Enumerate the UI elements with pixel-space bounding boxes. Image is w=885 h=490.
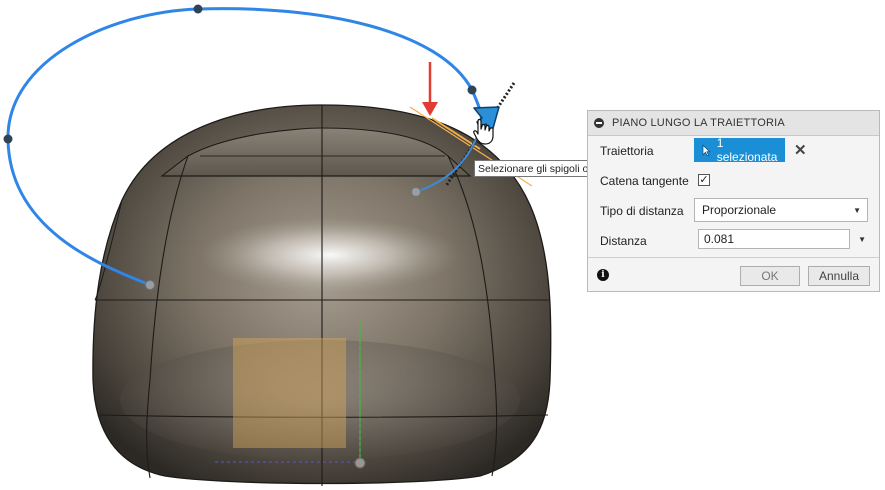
distance-input[interactable]: 0.081 bbox=[698, 229, 850, 249]
dialog-title: PIANO LUNGO LA TRAIETTORIA bbox=[612, 117, 785, 129]
cursor-arrow-icon bbox=[702, 143, 711, 156]
distance-type-label: Tipo di distanza bbox=[600, 204, 684, 218]
curve-point[interactable] bbox=[193, 4, 203, 14]
path-selection-count: 1 selezionata bbox=[716, 136, 778, 164]
curve-point[interactable] bbox=[411, 187, 421, 197]
distance-label: Distanza bbox=[600, 234, 647, 248]
dialog-header[interactable]: PIANO LUNGO LA TRAIETTORIA bbox=[588, 111, 879, 136]
tangent-chain-checkbox[interactable]: ✓ bbox=[698, 174, 710, 186]
plane-along-path-dialog: PIANO LUNGO LA TRAIETTORIA Traiettoria 1… bbox=[587, 110, 880, 292]
sketch-profile-rect[interactable] bbox=[233, 338, 346, 448]
path-selection-button[interactable]: 1 selezionata bbox=[694, 136, 785, 164]
distance-type-select[interactable]: Proporzionale ▼ bbox=[694, 198, 868, 222]
distance-type-value: Proporzionale bbox=[702, 203, 777, 217]
dialog-footer: i OK Annulla bbox=[588, 257, 879, 292]
cancel-button[interactable]: Annulla bbox=[808, 266, 870, 286]
close-icon[interactable]: ✕ bbox=[794, 141, 807, 159]
minus-circle-icon[interactable] bbox=[594, 118, 604, 128]
curve-point[interactable] bbox=[145, 280, 155, 290]
info-icon[interactable]: i bbox=[597, 269, 609, 281]
distance-field[interactable]: 0.081 ▼ bbox=[698, 229, 868, 251]
distance-value: 0.081 bbox=[704, 232, 735, 246]
curve-point[interactable] bbox=[3, 134, 13, 144]
ok-button[interactable]: OK bbox=[740, 266, 800, 286]
chevron-down-icon: ▼ bbox=[853, 205, 861, 215]
tangent-chain-label: Catena tangente bbox=[600, 174, 689, 188]
chevron-down-icon[interactable]: ▼ bbox=[858, 235, 866, 244]
direction-arrow-icon bbox=[422, 62, 438, 116]
curve-point[interactable] bbox=[467, 85, 477, 95]
path-label: Traiettoria bbox=[600, 144, 654, 158]
